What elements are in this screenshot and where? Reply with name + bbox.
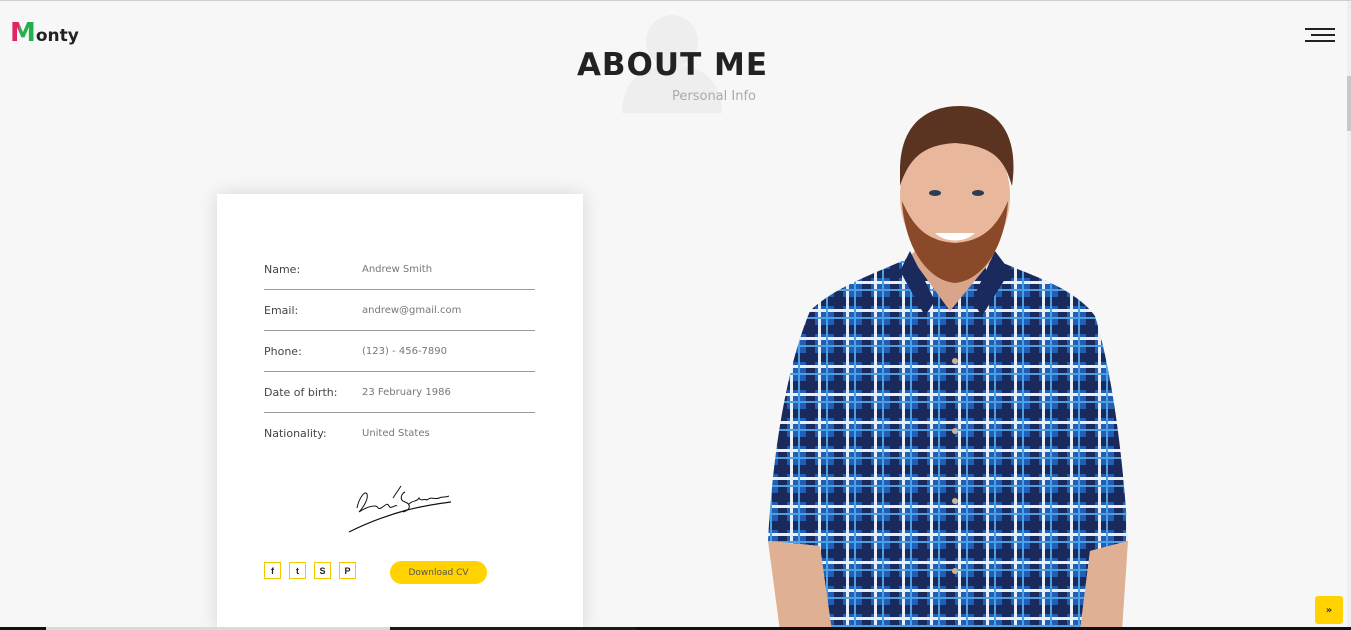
back-to-top-button[interactable]: »: [1315, 596, 1343, 624]
info-row-email: Email: andrew@gmail.com: [264, 290, 535, 331]
info-value: 23 February 1986: [362, 386, 451, 398]
menu-line: [1311, 34, 1335, 36]
info-row-phone: Phone: (123) - 456-7890: [264, 331, 535, 372]
info-list: Name: Andrew Smith Email: andrew@gmail.c…: [264, 249, 535, 454]
download-cv-button[interactable]: Download CV: [390, 561, 487, 584]
scrollbar[interactable]: [1347, 1, 1351, 630]
hamburger-menu-icon[interactable]: [1305, 28, 1335, 44]
info-value: Andrew Smith: [362, 263, 433, 275]
profile-photo: [768, 106, 1128, 630]
menu-line: [1305, 40, 1335, 42]
info-row-name: Name: Andrew Smith: [264, 249, 535, 290]
info-label: Phone:: [264, 344, 302, 358]
about-page: Monty ABOUT ME Personal Info Name: Andre…: [0, 0, 1351, 630]
section-title: ABOUT ME: [576, 47, 769, 83]
social-links: f t S P: [264, 562, 356, 579]
info-value: (123) - 456-7890: [362, 345, 447, 357]
info-row-birth: Date of birth: 23 February 1986: [264, 372, 535, 413]
menu-line: [1305, 28, 1335, 30]
signature-image: [348, 485, 452, 533]
twitter-icon[interactable]: t: [289, 562, 306, 579]
logo-initial: M: [10, 18, 36, 48]
info-label: Date of birth:: [264, 385, 338, 399]
skype-icon[interactable]: S: [314, 562, 331, 579]
facebook-icon[interactable]: f: [264, 562, 281, 579]
logo-wordmark: onty: [35, 26, 79, 46]
info-value: United States: [362, 428, 430, 439]
info-label: Nationality:: [264, 427, 327, 440]
info-label: Name:: [264, 262, 301, 276]
info-value: andrew@gmail.com: [362, 304, 462, 316]
pinterest-icon[interactable]: P: [339, 562, 356, 579]
info-label: Email:: [264, 303, 299, 317]
section-subtitle: Personal Info: [672, 89, 756, 104]
info-row-nationality: Nationality: United States: [264, 413, 535, 454]
scrollbar-thumb[interactable]: [1347, 76, 1351, 131]
personal-info-card: Name: Andrew Smith Email: andrew@gmail.c…: [217, 194, 583, 630]
brand-logo[interactable]: Monty: [10, 20, 79, 46]
